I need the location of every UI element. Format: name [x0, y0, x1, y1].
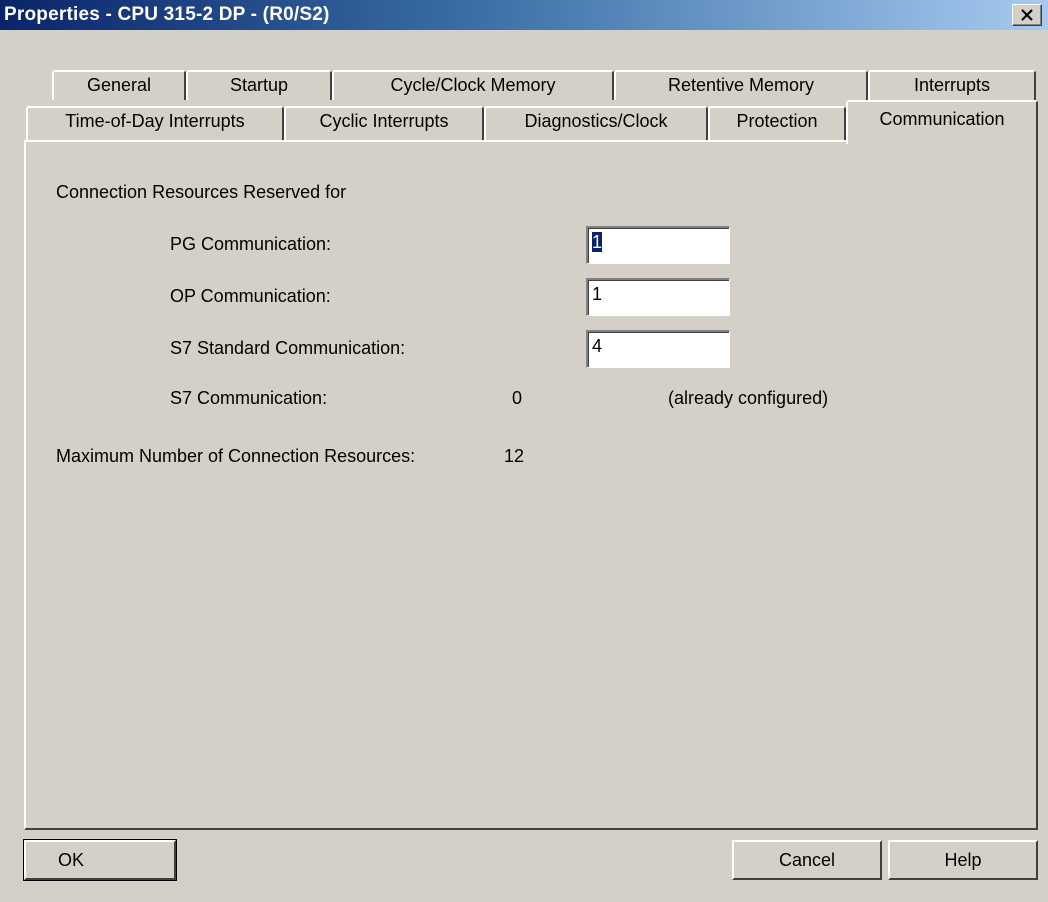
- max-connection-resources-label: Maximum Number of Connection Resources:: [56, 446, 416, 466]
- tab-protection[interactable]: Protection: [708, 106, 846, 140]
- tab-general[interactable]: General: [52, 70, 186, 100]
- pg-communication-field[interactable]: 1: [586, 226, 730, 264]
- s7-communication-label: S7 Communication:: [170, 388, 328, 408]
- ok-button[interactable]: OK: [23, 839, 177, 881]
- tab-communication[interactable]: Communication: [846, 100, 1038, 144]
- tab-time-of-day-interrupts[interactable]: Time-of-Day Interrupts: [26, 106, 284, 140]
- max-connection-resources-value: 12: [504, 446, 525, 466]
- help-button[interactable]: Help: [888, 840, 1038, 880]
- tab-cycle-clock-memory[interactable]: Cycle/Clock Memory: [332, 70, 614, 100]
- pg-communication-value: 1: [592, 232, 603, 252]
- op-communication-label: OP Communication:: [170, 286, 331, 306]
- pg-communication-label: PG Communication:: [170, 234, 332, 254]
- s7-standard-communication-value: 4: [592, 336, 603, 356]
- s7-standard-communication-label: S7 Standard Communication:: [170, 338, 406, 358]
- cancel-button[interactable]: Cancel: [732, 840, 882, 880]
- tab-interrupts[interactable]: Interrupts: [868, 70, 1036, 100]
- close-button[interactable]: [1012, 4, 1042, 26]
- title-bar: Properties - CPU 315-2 DP - (R0/S2): [0, 0, 1048, 30]
- already-configured-note: (already configured): [668, 388, 829, 408]
- tab-diagnostics-clock[interactable]: Diagnostics/Clock: [484, 106, 708, 140]
- window-title: Properties - CPU 315-2 DP - (R0/S2): [4, 4, 330, 25]
- tab-cyclic-interrupts[interactable]: Cyclic Interrupts: [284, 106, 484, 140]
- tab-retentive-memory[interactable]: Retentive Memory: [614, 70, 868, 100]
- section-label: Connection Resources Reserved for: [56, 182, 347, 202]
- s7-communication-value: 0: [512, 388, 523, 408]
- op-communication-field[interactable]: 1: [586, 278, 730, 316]
- close-icon: [1021, 9, 1033, 21]
- s7-standard-communication-field[interactable]: 4: [586, 330, 730, 368]
- tab-startup[interactable]: Startup: [186, 70, 332, 100]
- communication-panel: Connection Resources Reserved for PG Com…: [24, 140, 1038, 830]
- op-communication-value: 1: [592, 284, 603, 304]
